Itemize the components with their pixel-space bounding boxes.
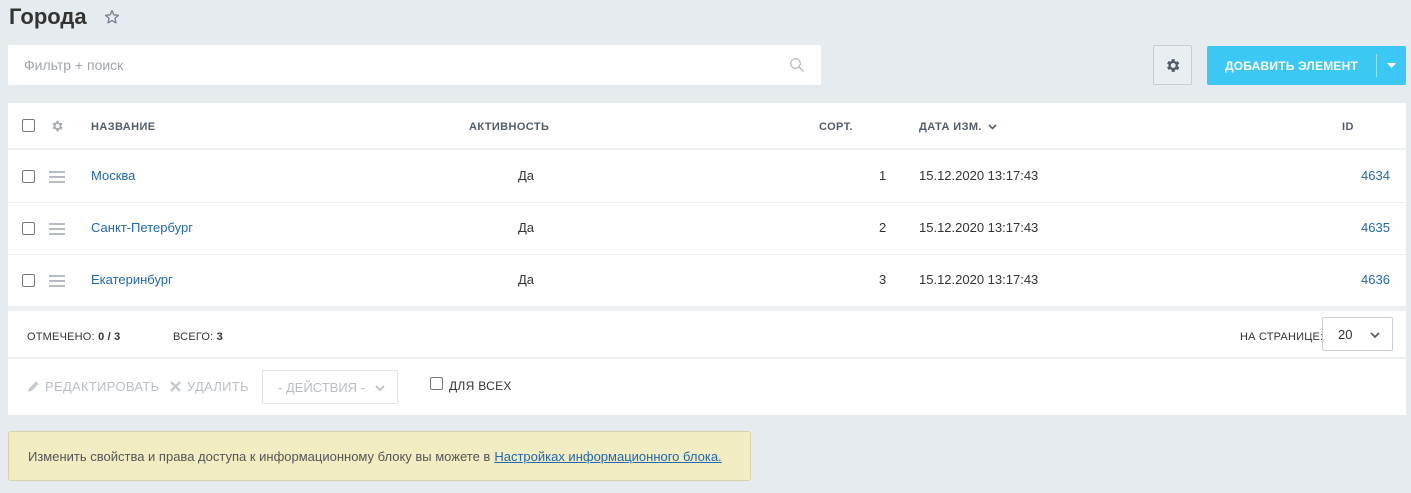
notice-text: Изменить свойства и права доступа к инфо… <box>28 448 491 464</box>
row-sort: 3 <box>879 272 887 287</box>
delete-button-label: УДАЛИТЬ <box>187 379 249 394</box>
row-active: Да <box>518 220 535 235</box>
row-active: Да <box>518 168 535 183</box>
column-header-id[interactable]: ID <box>1342 121 1354 133</box>
page-title: Города <box>9 4 87 29</box>
row-checkbox[interactable] <box>22 274 35 287</box>
edit-button-label: РЕДАКТИРОВАТЬ <box>45 379 160 394</box>
row-date: 15.12.2020 13:17:43 <box>919 220 1039 235</box>
row-date: 15.12.2020 13:17:43 <box>919 272 1039 287</box>
row-name-link[interactable]: Екатеринбург <box>91 272 173 287</box>
for-all-label: ДЛЯ ВСЕХ <box>449 379 512 393</box>
row-date: 15.12.2020 13:17:43 <box>919 168 1039 183</box>
title-row: Города <box>9 2 121 32</box>
drag-handle-icon[interactable] <box>49 275 65 287</box>
gear-icon <box>1167 58 1180 72</box>
total-count-label: ВСЕГО: <box>173 331 214 343</box>
selected-count: ОТМЕЧЕНО: 0 / 3 <box>27 331 120 343</box>
search-icon[interactable] <box>789 57 805 73</box>
drag-handle-icon[interactable] <box>49 223 65 235</box>
per-page-value: 20 <box>1338 326 1353 342</box>
column-header-sort[interactable]: СОРТ. <box>819 121 853 133</box>
selected-count-value: 0 / 3 <box>98 331 121 343</box>
row-sort: 2 <box>879 220 887 235</box>
chevron-down-icon <box>988 124 997 130</box>
per-page-select[interactable]: 20 <box>1322 317 1393 351</box>
actions-select-value: - ДЕЙСТВИЯ - <box>278 379 366 395</box>
row-id-link[interactable]: 4636 <box>1361 272 1390 287</box>
row-sort: 1 <box>879 168 887 183</box>
star-icon[interactable] <box>103 8 121 26</box>
chevron-down-icon <box>375 385 385 392</box>
selected-count-label: ОТМЕЧЕНО: <box>27 331 95 343</box>
settings-button[interactable] <box>1153 45 1192 85</box>
grid-header: НАЗВАНИЕ АКТИВНОСТЬ СОРТ. ДАТА ИЗМ. ID <box>8 103 1406 150</box>
row-name-link[interactable]: Москва <box>91 168 135 183</box>
add-menu-toggle[interactable] <box>1377 46 1406 85</box>
info-notice: Изменить свойства и права доступа к инфо… <box>8 431 751 481</box>
row-checkbox[interactable] <box>22 170 35 183</box>
delete-button[interactable]: УДАЛИТЬ <box>169 379 249 394</box>
chevron-down-icon <box>1370 332 1380 339</box>
grid-footer: ОТМЕЧЕНО: 0 / 3 ВСЕГО: 3 НА СТРАНИЦЕ: 20 <box>8 307 1406 359</box>
select-all-checkbox[interactable] <box>22 119 35 132</box>
column-header-name[interactable]: НАЗВАНИЕ <box>91 121 156 133</box>
table-row[interactable]: Москва Да 1 15.12.2020 13:17:43 4634 <box>8 151 1406 203</box>
add-element-button[interactable]: ДОБАВИТЬ ЭЛЕМЕНТ <box>1207 46 1406 85</box>
per-page-label: НА СТРАНИЦЕ: <box>1240 331 1324 343</box>
edit-button[interactable]: РЕДАКТИРОВАТЬ <box>26 379 159 394</box>
group-actions-panel: РЕДАКТИРОВАТЬ УДАЛИТЬ - ДЕЙСТВИЯ - ДЛЯ В… <box>8 359 1406 415</box>
filter-search-box[interactable] <box>8 45 821 85</box>
caret-down-icon <box>1387 63 1396 68</box>
total-count-value: 3 <box>216 331 223 343</box>
pencil-icon <box>28 381 39 392</box>
row-name-link[interactable]: Санкт-Петербург <box>91 220 193 235</box>
drag-handle-icon[interactable] <box>49 171 65 183</box>
search-input[interactable] <box>8 57 789 73</box>
row-checkbox[interactable] <box>22 222 35 235</box>
row-active: Да <box>518 272 535 287</box>
row-id-link[interactable]: 4635 <box>1361 220 1390 235</box>
total-count: ВСЕГО: 3 <box>173 331 223 343</box>
column-header-date[interactable]: ДАТА ИЗМ. <box>919 121 997 133</box>
column-header-date-label: ДАТА ИЗМ. <box>919 121 982 133</box>
actions-select[interactable]: - ДЕЙСТВИЯ - <box>262 370 398 404</box>
table-row[interactable]: Екатеринбург Да 3 15.12.2020 13:17:43 46… <box>8 255 1406 307</box>
table-row[interactable]: Санкт-Петербург Да 2 15.12.2020 13:17:43… <box>8 203 1406 255</box>
for-all-toggle[interactable]: ДЛЯ ВСЕХ <box>430 376 512 393</box>
column-settings-gear-icon[interactable] <box>50 119 64 133</box>
iblock-settings-link[interactable]: Настройках информационного блока. <box>494 449 721 464</box>
cross-icon <box>170 381 181 392</box>
data-grid: НАЗВАНИЕ АКТИВНОСТЬ СОРТ. ДАТА ИЗМ. ID М… <box>8 103 1406 415</box>
for-all-checkbox[interactable] <box>430 376 443 390</box>
row-id-link[interactable]: 4634 <box>1361 168 1390 183</box>
add-element-label[interactable]: ДОБАВИТЬ ЭЛЕМЕНТ <box>1207 46 1376 85</box>
column-header-active[interactable]: АКТИВНОСТЬ <box>469 121 549 133</box>
